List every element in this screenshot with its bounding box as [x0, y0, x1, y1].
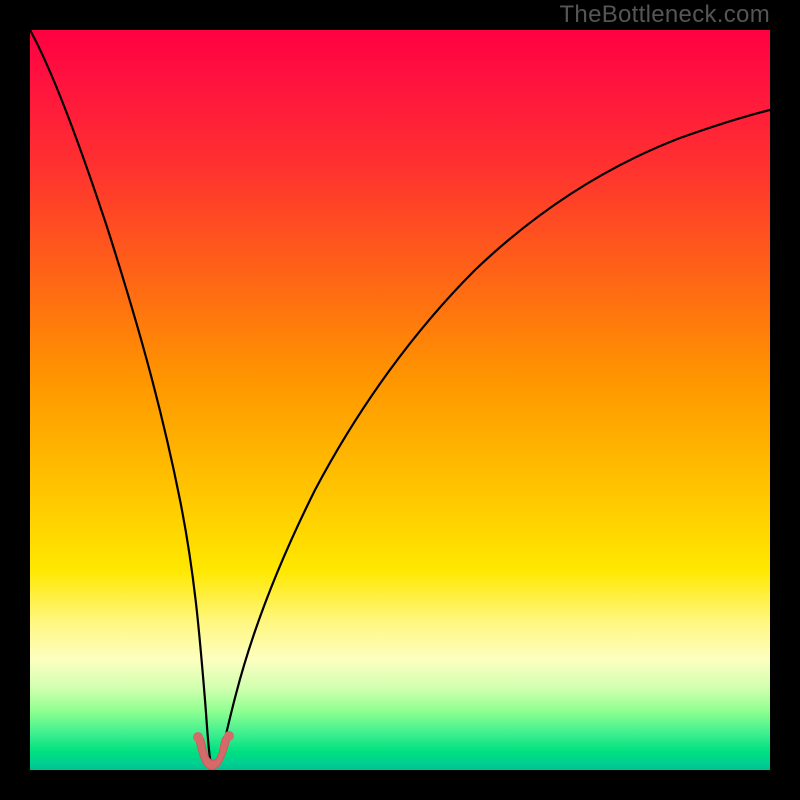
chart-frame: TheBottleneck.com [0, 0, 800, 800]
tip-dot-right [224, 731, 234, 741]
bottleneck-curve [30, 30, 770, 766]
tip-dot-left [193, 732, 203, 742]
watermark-text: TheBottleneck.com [559, 0, 770, 30]
plot-area [30, 30, 770, 770]
chart-svg [30, 30, 770, 770]
